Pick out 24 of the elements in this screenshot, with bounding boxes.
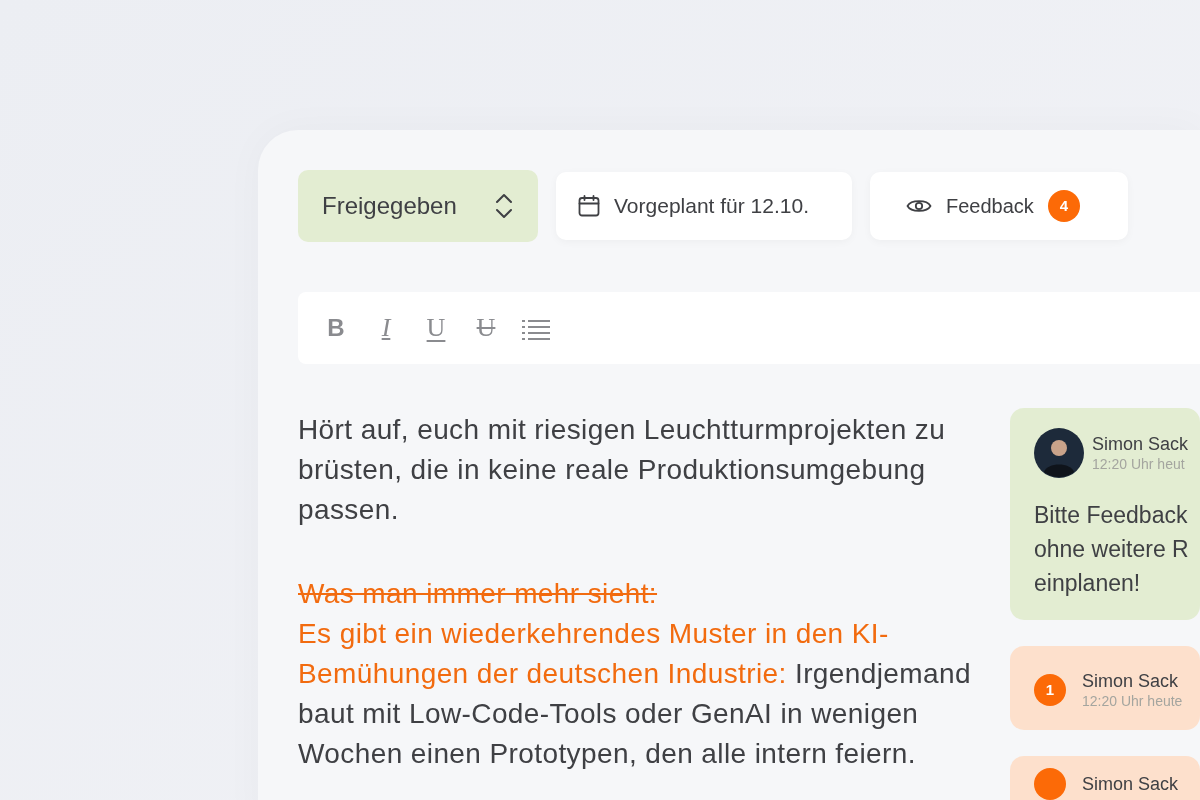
comment-text: Bitte Feedback <box>1034 501 1189 530</box>
comment-time: 12:20 Uhr heut <box>1092 455 1186 473</box>
paragraph-text: Hört auf, euch mit riesigen Leuchtturmprojekten zu brüsten, die in keine reale Produktionsumgebung passen. <box>298 413 947 527</box>
author-name: Simon Sack <box>1082 773 1179 795</box>
underline-button[interactable]: U <box>422 315 450 341</box>
number-badge <box>1034 768 1066 800</box>
strikethrough-button[interactable]: U <box>472 315 500 341</box>
eye-icon <box>906 197 932 215</box>
sort-icon <box>494 192 514 220</box>
comment-time: 12:20 Uhr heute <box>1082 692 1183 710</box>
author-name: Simon Sack <box>1082 670 1180 692</box>
paragraph-text: Was man immer mehr sieht: Es gibt ein wiederkehrendes Muster in den KI-Bemühungen der deutschen Industrie: Irgendjemand baut mit Low-Code-Tools oder GenAI in wenigen Wochen einen Prototypen, den alle intern feiern. <box>298 577 972 771</box>
schedule-button[interactable]: Vorgeplant für 12.10. <box>556 172 852 240</box>
avatar-icon <box>1034 428 1084 478</box>
feedback-button[interactable]: Feedback 4 <box>870 172 1128 240</box>
italic-button[interactable]: I <box>372 315 400 341</box>
calendar-icon <box>578 195 600 217</box>
comment-text: einplanen! <box>1034 569 1142 598</box>
comment-text: ohne weitere R <box>1034 535 1190 564</box>
author-name: Simon Sack <box>1092 433 1189 455</box>
status-select[interactable]: Freigegeben <box>298 170 538 242</box>
number-badge: 1 <box>1034 674 1066 706</box>
count-badge: 4 <box>1047 190 1080 222</box>
bold-button[interactable]: B <box>322 316 350 340</box>
